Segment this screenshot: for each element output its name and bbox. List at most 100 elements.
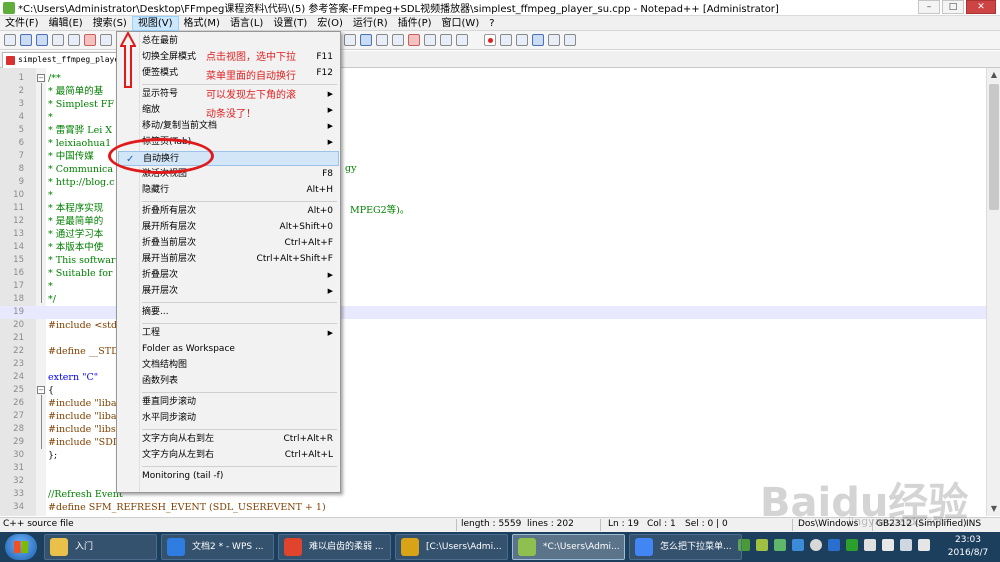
scroll-down-icon[interactable]: ▼ — [987, 502, 1000, 516]
submenu-arrow-icon: ▶ — [327, 90, 333, 98]
menu-11[interactable]: ? — [484, 16, 499, 31]
view-menu-item[interactable]: 隐藏行 Alt+H — [118, 183, 339, 198]
show-all-icon[interactable] — [360, 34, 372, 46]
tray-app-icon[interactable] — [792, 539, 804, 551]
clock[interactable]: 23:03 2016/8/7 — [940, 534, 996, 560]
save-macro-icon[interactable] — [548, 34, 560, 46]
fold-toggle-icon[interactable]: − — [37, 74, 45, 82]
close-all-icon[interactable] — [84, 34, 96, 46]
record-macro-icon[interactable] — [484, 34, 496, 46]
view-menu-item[interactable]: Monitoring (tail -f) — [118, 469, 339, 484]
scroll-up-icon[interactable]: ▲ — [987, 68, 1000, 82]
volume-icon[interactable] — [900, 539, 912, 551]
maximize-button[interactable]: □ — [942, 0, 964, 14]
line-number: 9 — [18, 177, 24, 187]
menu-bar: 文件(F) 编辑(E) 搜索(S) 视图(V) 格式(M) 语言(L) 设置(T) 宏(O) 运… — [0, 15, 1000, 31]
view-menu-item[interactable]: 文字方向从右到左 Ctrl+Alt+R — [118, 432, 339, 447]
indent-guide-icon[interactable] — [376, 34, 388, 46]
view-menu-item[interactable]: 摘要... — [118, 305, 339, 320]
lang-icon[interactable] — [392, 34, 404, 46]
view-menu-item[interactable]: Folder as Workspace — [118, 342, 339, 357]
view-menu-item[interactable]: 总在最前 — [118, 34, 339, 49]
submenu-arrow-icon: ▶ — [327, 271, 333, 279]
view-menu-item[interactable]: 移动/复制当前文档 ▶ — [118, 119, 339, 134]
save-icon[interactable] — [36, 34, 48, 46]
view-menu-item[interactable]: 函数列表 — [118, 374, 339, 389]
view-menu-item[interactable]: 工程 ▶ — [118, 326, 339, 341]
tray-app-icon[interactable] — [846, 539, 858, 551]
menu-0[interactable]: 文件(F) — [0, 16, 44, 31]
taskbar-button[interactable]: 文档2 * - WPS ... — [161, 534, 274, 560]
view-menu-item[interactable]: 垂直同步滚动 — [118, 395, 339, 410]
tray-app-icon[interactable] — [810, 539, 822, 551]
menu-3[interactable]: 视图(V) — [131, 15, 179, 31]
print-icon[interactable] — [100, 34, 112, 46]
menu-5[interactable]: 语言(L) — [225, 16, 268, 31]
taskbar-app-icon — [401, 538, 419, 556]
view-menu-item[interactable]: 折叠当前层次 Ctrl+Alt+F — [118, 236, 339, 251]
folder-icon[interactable] — [440, 34, 452, 46]
line-number: 22 — [13, 346, 24, 356]
menu-2[interactable]: 搜索(S) — [88, 16, 132, 31]
wrap-icon[interactable] — [344, 34, 356, 46]
menu-item-shortcut: F8 — [322, 169, 333, 179]
scroll-thumb[interactable] — [989, 84, 999, 210]
view-menu-item[interactable]: 水平同步滚动 — [118, 411, 339, 426]
run-macro-icon[interactable] — [532, 34, 544, 46]
close-button[interactable]: ✕ — [966, 0, 996, 14]
tray-app-icon[interactable] — [828, 539, 840, 551]
view-menu-item[interactable]: 折叠所有层次 Alt+0 — [118, 204, 339, 219]
view-menu-item[interactable]: 展开当前层次 Ctrl+Alt+Shift+F — [118, 252, 339, 267]
menu-separator — [142, 201, 337, 202]
stop-macro-icon[interactable] — [500, 34, 512, 46]
menu-8[interactable]: 运行(R) — [348, 16, 393, 31]
code-text: }; — [48, 450, 58, 461]
menu-4[interactable]: 格式(M) — [179, 16, 225, 31]
code-text: * Simplest FF — [48, 99, 114, 110]
network-icon[interactable] — [882, 539, 894, 551]
view-menu-item[interactable]: 展开层次 ▶ — [118, 284, 339, 299]
view-menu-item[interactable]: 文字方向从左到右 Ctrl+Alt+L — [118, 448, 339, 463]
misc-icon[interactable] — [564, 34, 576, 46]
close-icon[interactable] — [68, 34, 80, 46]
menu-10[interactable]: 窗口(W) — [437, 16, 485, 31]
menu-6[interactable]: 设置(T) — [268, 16, 312, 31]
save-all-icon[interactable] — [52, 34, 64, 46]
taskbar-button-label: 难以启齿的柔弱 ... — [309, 542, 384, 552]
start-button[interactable] — [5, 534, 37, 560]
tray-app-icon[interactable] — [756, 539, 768, 551]
status-sel: Sel : 0 | 0 — [685, 519, 728, 529]
view-menu-item[interactable]: 文档结构图 — [118, 358, 339, 373]
vertical-scrollbar[interactable]: ▲ ▼ — [986, 68, 1000, 516]
new-file-icon[interactable] — [4, 34, 16, 46]
fold-toggle-icon[interactable]: − — [37, 386, 45, 394]
taskbar-button[interactable]: *C:\Users\Admi... — [512, 534, 625, 560]
action-center-icon[interactable] — [918, 539, 930, 551]
line-number: 30 — [13, 450, 24, 460]
network-icon[interactable] — [864, 539, 876, 551]
line-number: 8 — [18, 164, 24, 174]
monitor-icon[interactable] — [456, 34, 468, 46]
doc-map-icon[interactable] — [408, 34, 420, 46]
menu-9[interactable]: 插件(P) — [393, 16, 437, 31]
func-list-icon[interactable] — [424, 34, 436, 46]
taskbar-button[interactable]: 入门 — [44, 534, 157, 560]
taskbar-button[interactable]: 难以启齿的柔弱 ... — [278, 534, 391, 560]
taskbar-button[interactable]: 怎么把下拉菜单... — [629, 534, 742, 560]
tray-app-icon[interactable] — [774, 539, 786, 551]
taskbar-button[interactable]: [C:\Users\Admi... — [395, 534, 508, 560]
open-file-icon[interactable] — [20, 34, 32, 46]
line-number: 16 — [13, 268, 24, 278]
line-number: 12 — [13, 216, 24, 226]
tab-document[interactable]: simplest_ffmpeg_player — [2, 52, 120, 68]
minimize-button[interactable]: – — [918, 0, 940, 14]
line-number: 1 — [18, 73, 24, 83]
view-menu-item[interactable]: 展开所有层次 Alt+Shift+0 — [118, 220, 339, 235]
menu-1[interactable]: 编辑(E) — [44, 16, 88, 31]
menu-item-label: 摘要... — [142, 307, 169, 317]
view-menu-item[interactable]: 折叠层次 ▶ — [118, 268, 339, 283]
play-macro-icon[interactable] — [516, 34, 528, 46]
menu-7[interactable]: 宏(O) — [312, 16, 348, 31]
annotation-text-2: 菜单里面的自动换行 — [206, 71, 296, 82]
code-text: #define SFM_REFRESH_EVENT (SDL_USEREVENT… — [48, 502, 326, 513]
